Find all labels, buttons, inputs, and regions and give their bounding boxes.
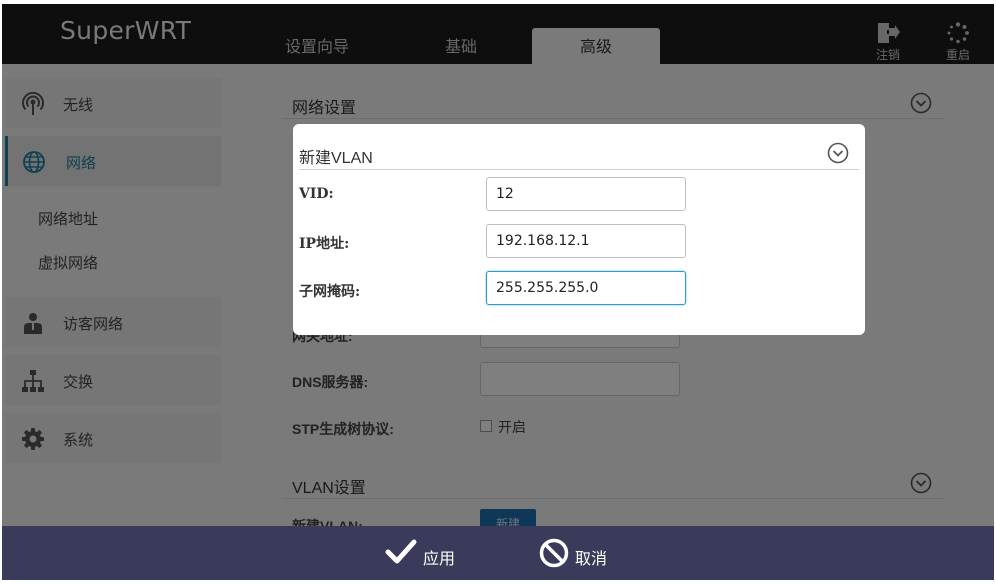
ip-address-input[interactable]: 192.168.12.1 bbox=[486, 224, 686, 258]
cancel-label: 取消 bbox=[575, 551, 608, 568]
chevron-down-icon[interactable] bbox=[827, 142, 849, 164]
prohibited-icon bbox=[539, 538, 569, 568]
dialog-divider bbox=[299, 169, 859, 170]
subnet-mask-label: 子网掩码: bbox=[299, 284, 361, 300]
cancel-button[interactable]: 取消 bbox=[539, 534, 619, 572]
apply-button[interactable]: 应用 bbox=[385, 534, 465, 572]
vid-input[interactable]: 12 bbox=[486, 177, 686, 211]
new-vlan-dialog: 新建VLAN VID: 12 IP地址: 192.168.12.1 子网掩码: … bbox=[293, 124, 865, 335]
action-footer: 应用 取消 bbox=[2, 526, 994, 580]
checkmark-icon bbox=[385, 539, 417, 564]
subnet-mask-input[interactable]: 255.255.255.0 bbox=[486, 271, 686, 305]
ip-address-label: IP地址: bbox=[299, 236, 350, 252]
dialog-title: 新建VLAN bbox=[299, 150, 373, 167]
apply-label: 应用 bbox=[423, 551, 456, 568]
vid-label: VID: bbox=[299, 186, 334, 202]
